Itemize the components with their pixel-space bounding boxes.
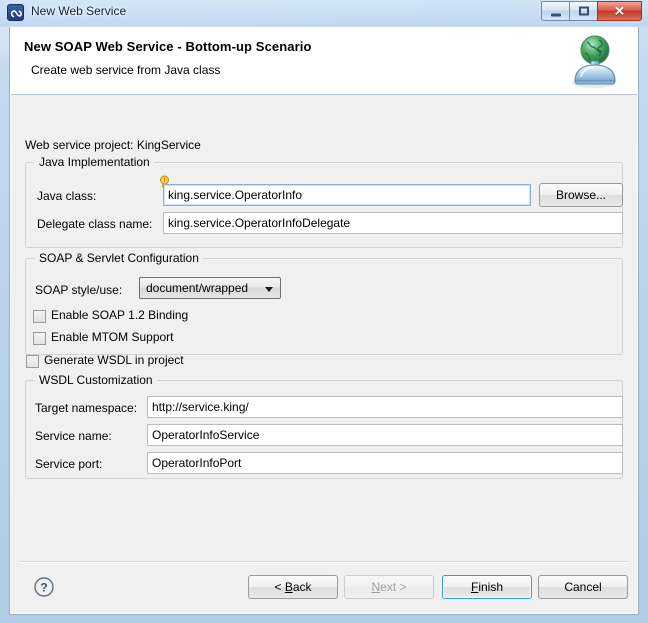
generate-wsdl-in-project-label: Generate WSDL in project: [44, 353, 184, 367]
footer-separator: [19, 561, 627, 563]
close-button[interactable]: ✕: [597, 1, 642, 21]
back-button[interactable]: < Back: [248, 575, 338, 599]
close-icon: ✕: [614, 3, 625, 19]
page-title: New SOAP Web Service - Bottom-up Scenari…: [24, 39, 312, 54]
window-controls: ✕: [541, 1, 642, 22]
delegate-class-input[interactable]: king.service.OperatorInfoDelegate: [163, 212, 623, 234]
application-window: New Web Service ✕ New SOAP Web Service -…: [0, 0, 648, 623]
minimize-button[interactable]: [541, 1, 570, 21]
delegate-class-label: Delegate class name:: [37, 217, 153, 231]
enable-mtom-support-label: Enable MTOM Support: [51, 330, 174, 344]
checkbox-box: [33, 310, 46, 323]
help-button[interactable]: ?: [33, 576, 55, 598]
chevron-down-icon: [265, 287, 273, 292]
target-namespace-input[interactable]: http://service.king/: [147, 396, 623, 418]
web-service-globe-icon: [563, 31, 625, 91]
web-service-project-label: Web service project: KingService: [25, 138, 201, 152]
enable-soap12-binding-label: Enable SOAP 1.2 Binding: [51, 308, 189, 322]
title-bar[interactable]: New Web Service ✕: [0, 0, 648, 26]
service-name-input[interactable]: OperatorInfoService: [147, 424, 623, 446]
soap-style-use-select[interactable]: document/wrapped: [139, 277, 281, 299]
java-class-input[interactable]: king.service.OperatorInfo: [163, 184, 531, 206]
soap-style-use-label: SOAP style/use:: [35, 283, 123, 297]
cancel-button[interactable]: Cancel: [538, 575, 628, 599]
eclipse-wizard-icon: [7, 4, 24, 21]
checkbox-box: [33, 332, 46, 345]
question-mark-icon: ?: [34, 577, 54, 597]
service-name-label: Service name:: [35, 429, 112, 443]
next-button[interactable]: Next >: [344, 575, 434, 599]
service-port-input[interactable]: OperatorInfoPort: [147, 452, 623, 474]
wizard-body: Web service project: KingService Java Im…: [11, 95, 637, 614]
finish-button[interactable]: Finish: [442, 575, 532, 599]
target-namespace-label: Target namespace:: [35, 401, 138, 415]
page-subtitle: Create web service from Java class: [31, 63, 221, 77]
soap-style-use-value: document/wrapped: [146, 281, 249, 295]
dialog-client-area: New SOAP Web Service - Bottom-up Scenari…: [9, 27, 639, 615]
java-class-label: Java class:: [37, 189, 97, 203]
svg-text:?: ?: [40, 581, 47, 595]
checkbox-box: [26, 355, 39, 368]
maximize-button[interactable]: [569, 1, 598, 21]
wizard-header: New SOAP Web Service - Bottom-up Scenari…: [11, 27, 637, 95]
soap-servlet-configuration-group-title: SOAP & Servlet Configuration: [35, 251, 203, 265]
java-implementation-group-title: Java Implementation: [35, 155, 154, 169]
service-port-label: Service port:: [35, 457, 103, 471]
wsdl-customization-group-title: WSDL Customization: [35, 373, 157, 387]
window-title: New Web Service: [31, 4, 127, 18]
browse-button[interactable]: Browse...: [539, 183, 623, 207]
